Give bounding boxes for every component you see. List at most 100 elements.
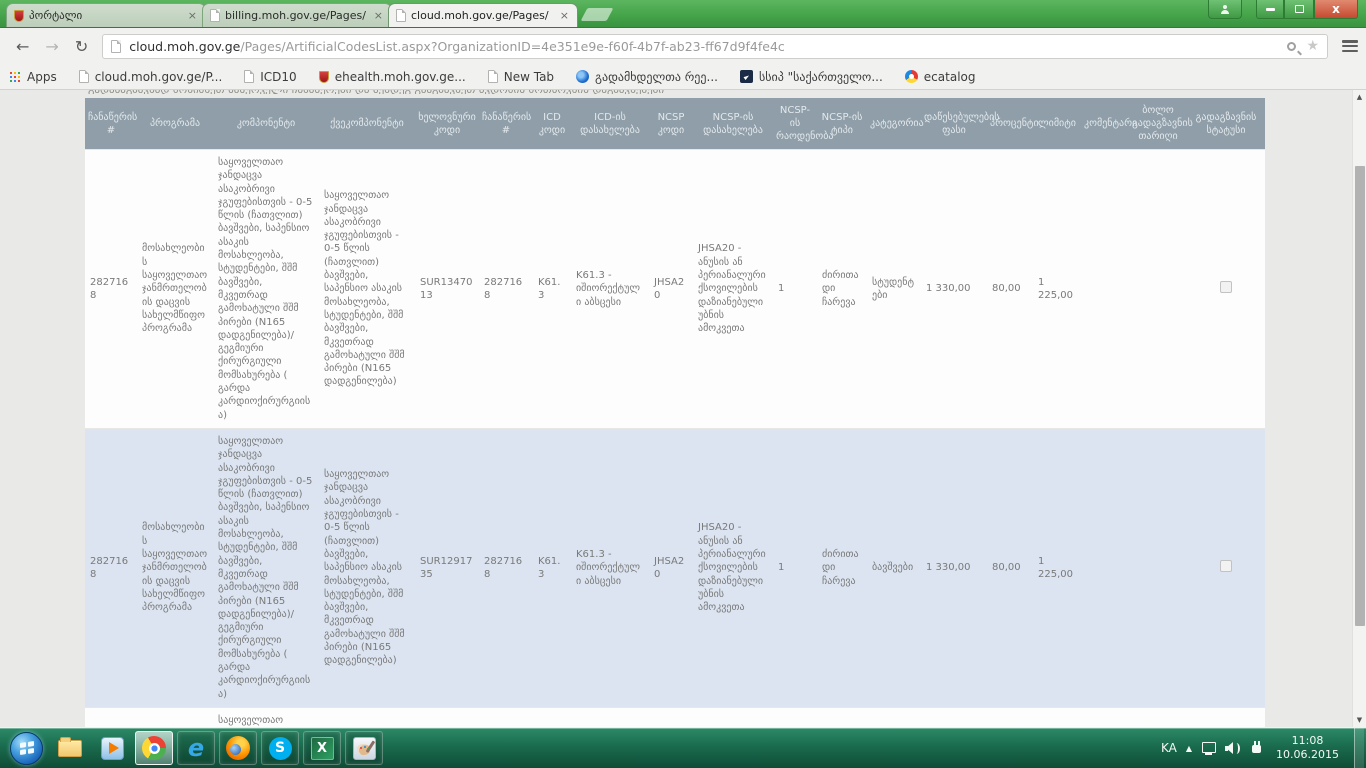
swirl-icon (576, 70, 589, 83)
tab-close-icon[interactable]: × (559, 10, 570, 21)
taskbar-paint-button[interactable] (345, 731, 383, 765)
scrollbar-thumb[interactable] (1355, 166, 1365, 626)
table-cell (1081, 150, 1129, 429)
bookmark-label: გადამხდელთა რეე... (595, 70, 718, 84)
send-status-checkbox[interactable] (1220, 281, 1232, 293)
forward-button[interactable]: → (37, 35, 66, 58)
table-cell: JHSA20 - ანუსის ან პერიანალური ქსოვილები… (693, 428, 773, 707)
bookmark-cloud[interactable]: cloud.moh.gov.ge/P... (79, 70, 223, 84)
table-cell: 1 (773, 707, 817, 727)
power-plug-icon[interactable] (1250, 741, 1263, 755)
table-cell: საყოველთაო ჯანდაცვა ასაკობრივი ჯგუფებისთ… (213, 150, 319, 429)
table-row: 2827168მოსახლეობის საყოველთაო ჯანმრთელობ… (85, 150, 1265, 429)
system-tray: KA ▲ 11:08 10.06.2015 (1161, 728, 1366, 768)
excel-icon: X (311, 737, 334, 760)
bookmark-icd10[interactable]: ICD10 (244, 70, 296, 84)
table-cell: 1 225,00 (1033, 150, 1081, 429)
page-note-clipped: გადასაგზავნად მონიშნეთ სასურველი ჩანაწერ… (88, 90, 1366, 94)
chrome-icon (142, 736, 166, 760)
taskbar-excel-button[interactable]: X (303, 731, 341, 765)
column-header: ჩანაწერის # (85, 98, 137, 150)
start-button[interactable] (10, 732, 43, 765)
table-cell: SUR1347019 (415, 707, 479, 727)
page-scrollbar[interactable]: ▲ ▼ (1352, 90, 1366, 727)
tab-close-icon[interactable]: × (373, 10, 384, 21)
table-cell: K61.3 (533, 707, 571, 727)
column-header: ჩანაწერის # (479, 98, 533, 150)
bookmark-taxpayers[interactable]: გადამხდელთა რეე... (576, 70, 718, 84)
scroll-up-arrow-icon[interactable]: ▲ (1353, 90, 1366, 104)
tab-billing[interactable]: billing.moh.gov.ge/Pages/ × (202, 3, 392, 27)
column-header: NCSP კოდი (649, 98, 693, 150)
table-cell: ძირითადი ჩარევა (817, 428, 867, 707)
bookmark-label: cloud.moh.gov.ge/P... (95, 70, 223, 84)
zoom-indicator-icon[interactable] (1287, 42, 1296, 51)
volume-icon[interactable] (1225, 742, 1241, 755)
network-icon[interactable] (1201, 742, 1216, 755)
apps-grid-icon (10, 72, 12, 74)
bookmark-apps[interactable]: Apps (10, 70, 57, 84)
chrome-menu-icon[interactable] (1342, 40, 1358, 52)
bookmark-newtab[interactable]: New Tab (488, 70, 554, 84)
new-tab-button[interactable] (581, 8, 614, 21)
page-icon[interactable] (111, 40, 121, 53)
tab-title: cloud.moh.gov.ge/Pages/ (411, 9, 554, 22)
bookmark-label: სსიპ "საქართველო... (759, 70, 883, 84)
table-cell: ვეტერანი (867, 707, 921, 727)
table-cell: SUR1347013 (415, 150, 479, 429)
send-status-checkbox[interactable] (1220, 560, 1232, 572)
tab-portal[interactable]: პორტალი × (6, 3, 206, 27)
table-cell: 2827168 (479, 707, 533, 727)
url-host: cloud.moh.gov.ge (129, 39, 240, 54)
table-cell: 2827168 (85, 428, 137, 707)
profile-button[interactable] (1208, 0, 1242, 19)
page-favicon (210, 9, 220, 22)
show-desktop-button[interactable] (1354, 728, 1364, 768)
clock[interactable]: 11:08 10.06.2015 (1276, 734, 1339, 762)
taskbar-skype-button[interactable]: S (261, 731, 299, 765)
address-bar[interactable]: cloud.moh.gov.ge/Pages/ArtificialCodesLi… (102, 34, 1328, 59)
taskbar-explorer-button[interactable] (51, 731, 89, 765)
reload-button[interactable]: ↻ (67, 35, 96, 58)
maximize-button[interactable] (1284, 0, 1314, 19)
bookmark-label: New Tab (504, 70, 554, 84)
language-indicator[interactable]: KA (1161, 741, 1177, 755)
back-button[interactable]: ← (8, 35, 37, 58)
bookmark-ecatalog[interactable]: ecatalog (905, 70, 976, 84)
tab-cloud-active[interactable]: cloud.moh.gov.ge/Pages/ × (388, 3, 578, 27)
table-cell: 80,00 (987, 150, 1033, 429)
hidden-icons-arrow[interactable]: ▲ (1186, 744, 1192, 753)
table-cell (1081, 707, 1129, 727)
table-cell: K61.3 - იშიორექტული აბსცესი (571, 707, 649, 727)
table-cell: 1 (773, 428, 817, 707)
bookmark-ssip[interactable]: სსიპ "საქართველო... (740, 70, 883, 84)
browser-toolbar: ← → ↻ cloud.moh.gov.ge/Pages/ArtificialC… (0, 28, 1366, 64)
titlebar: პორტალი × billing.moh.gov.ge/Pages/ × cl… (0, 0, 1366, 28)
taskbar-mediaplayer-button[interactable] (93, 731, 131, 765)
taskbar-chrome-button[interactable] (135, 731, 173, 765)
paint-icon (353, 737, 376, 760)
scroll-down-arrow-icon[interactable]: ▼ (1353, 713, 1366, 727)
table-cell: საყოველთაო ჯანდაცვა ასაკობრივი ჯგუფებისთ… (319, 428, 415, 707)
taskbar-firefox-button[interactable] (219, 731, 257, 765)
close-button[interactable]: x (1314, 0, 1358, 19)
page-icon (244, 70, 254, 83)
table-cell: 1 330,00 (921, 150, 987, 429)
table-cell: ძირითადი ჩარევა (817, 150, 867, 429)
table-cell (1129, 707, 1187, 727)
send-status-cell (1187, 150, 1265, 429)
table-row: 2827168მოსახლეობის საყოველთაო ჯანმრთელობ… (85, 428, 1265, 707)
table-cell (1129, 428, 1187, 707)
bookmark-star-icon[interactable]: ★ (1306, 38, 1319, 54)
table-cell: მოსახლეობის საყოველთაო ჯანმრთელობის დაცვ… (137, 428, 213, 707)
table-cell: 100,00 (987, 707, 1033, 727)
url-path: /Pages/ArtificialCodesList.aspx?Organiza… (240, 39, 784, 54)
minimize-button[interactable] (1256, 0, 1284, 19)
taskbar-ie-button[interactable]: e (177, 731, 215, 765)
table-cell (1129, 150, 1187, 429)
tab-close-icon[interactable]: × (187, 10, 198, 21)
bookmark-ehealth[interactable]: ehealth.moh.gov.ge... (319, 70, 466, 84)
minimize-icon (1266, 8, 1275, 11)
table-cell: 2827168 (85, 150, 137, 429)
table-cell: საყოველთაო ჯანდაცვა ასაკობრივი ჯგუფებისთ… (319, 150, 415, 429)
